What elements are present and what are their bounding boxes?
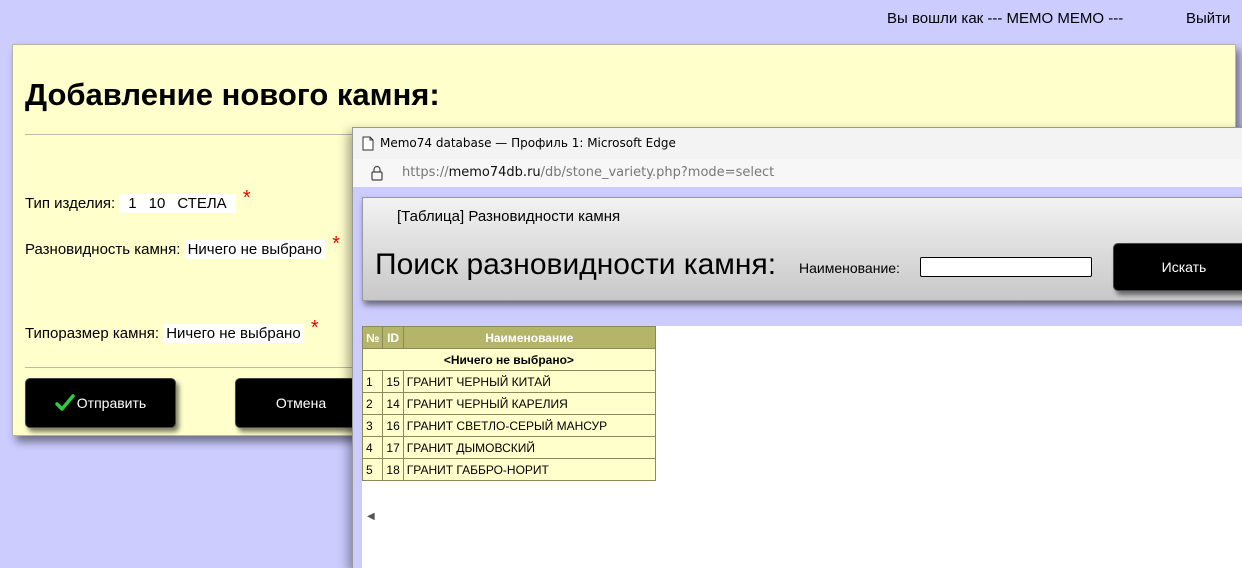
- row-name-link[interactable]: ГРАНИТ ЧЕРНЫЙ КАРЕЛИЯ: [402, 392, 656, 415]
- stone-size-value[interactable]: Ничего не выбрано: [163, 324, 304, 343]
- row-id: 14: [382, 392, 404, 415]
- address-bar[interactable]: https://memo74db.ru/db/stone_variety.php…: [353, 159, 1242, 188]
- submit-button[interactable]: Отправить: [25, 378, 176, 428]
- scroll-left-arrow-icon[interactable]: ◀: [367, 511, 375, 522]
- logged-in-user-label: Вы вошли как --- MEMO MEMO ---: [887, 10, 1124, 27]
- required-mark: *: [310, 317, 319, 339]
- column-header-name: Наименование: [402, 326, 656, 349]
- stone-size-label: Типоразмер камня:: [25, 325, 160, 342]
- row-id: 15: [382, 370, 404, 393]
- page-title: Добавление нового камня:: [25, 77, 440, 112]
- results-area: № ID Наименование <Ничего не выбрано> 1 …: [361, 326, 1242, 568]
- row-name-link[interactable]: ГРАНИТ СВЕТЛО-СЕРЫЙ МАНСУР: [402, 414, 656, 437]
- row-name-link[interactable]: ГРАНИТ ДЫМОВСКИЙ: [402, 436, 656, 459]
- row-name-link[interactable]: ГРАНИТ ЧЕРНЫЙ КИТАЙ: [402, 370, 656, 393]
- stone-variety-field: Разновидность камня: Ничего не выбрано *: [25, 233, 340, 260]
- top-bar: Вы вошли как --- MEMO MEMO --- Выйти: [0, 0, 1242, 38]
- search-button[interactable]: Искать: [1113, 243, 1242, 291]
- popup-content: [Таблица] Разновидности камня Поиск разн…: [353, 187, 1242, 568]
- name-search-label: Наименование:: [799, 260, 900, 276]
- row-id: 16: [382, 414, 404, 437]
- checkmark-icon: [55, 394, 75, 411]
- stone-size-field: Типоразмер камня: Ничего не выбрано *: [25, 317, 319, 344]
- name-search-input[interactable]: [920, 257, 1092, 277]
- stone-variety-label: Разновидность камня:: [25, 241, 181, 258]
- table-row[interactable]: 1 15 ГРАНИТ ЧЕРНЫЙ КИТАЙ: [361, 370, 656, 393]
- row-number: 1: [361, 370, 384, 393]
- cancel-button[interactable]: Отмена: [235, 378, 367, 428]
- row-number: 5: [361, 458, 384, 481]
- stone-variety-table: № ID Наименование <Ничего не выбрано> 1 …: [361, 326, 656, 481]
- window-titlebar[interactable]: Memo74 database — Профиль 1: Microsoft E…: [353, 128, 1242, 158]
- breadcrumb: [Таблица] Разновидности камня: [397, 208, 621, 225]
- stone-variety-value[interactable]: Ничего не выбрано: [184, 240, 326, 259]
- search-panel: [Таблица] Разновидности камня Поиск разн…: [362, 197, 1242, 301]
- row-number: 4: [361, 436, 384, 459]
- product-type-value[interactable]: 1 10 СТЕЛА: [119, 194, 236, 213]
- table-header-row: № ID Наименование: [361, 326, 656, 349]
- table-row[interactable]: 3 16 ГРАНИТ СВЕТЛО-СЕРЫЙ МАНСУР: [361, 414, 656, 437]
- row-number: 2: [361, 392, 384, 415]
- table-row[interactable]: 4 17 ГРАНИТ ДЫМОВСКИЙ: [361, 436, 656, 459]
- table-row[interactable]: 2 14 ГРАНИТ ЧЕРНЫЙ КАРЕЛИЯ: [361, 392, 656, 415]
- required-mark: *: [242, 187, 251, 209]
- table-row[interactable]: 5 18 ГРАНИТ ГАББРО-НОРИТ: [361, 458, 656, 481]
- url-text[interactable]: https://memo74db.ru/db/stone_variety.php…: [402, 165, 774, 180]
- required-mark: *: [332, 233, 340, 255]
- cancel-button-label: Отмена: [275, 395, 327, 411]
- search-button-label: Искать: [1161, 259, 1207, 275]
- search-title: Поиск разновидности камня:: [375, 248, 777, 281]
- column-header-number: №: [361, 326, 384, 349]
- none-selected-cell[interactable]: <Ничего не выбрано>: [362, 348, 656, 371]
- table-row-none[interactable]: <Ничего не выбрано>: [362, 348, 656, 371]
- lock-icon[interactable]: [370, 165, 384, 181]
- submit-button-label: Отправить: [76, 395, 147, 411]
- row-number: 3: [361, 414, 384, 437]
- product-type-label: Тип изделия:: [25, 195, 116, 212]
- row-id: 17: [382, 436, 404, 459]
- product-type-field: Тип изделия: 1 10 СТЕЛА *: [25, 187, 251, 214]
- popup-browser-window: Memo74 database — Профиль 1: Microsoft E…: [352, 127, 1242, 568]
- row-id: 18: [382, 458, 404, 481]
- logout-link[interactable]: Выйти: [1186, 10, 1230, 27]
- window-title: Memo74 database — Профиль 1: Microsoft E…: [380, 136, 676, 150]
- row-name-link[interactable]: ГРАНИТ ГАББРО-НОРИТ: [402, 458, 656, 481]
- page-icon: [362, 136, 374, 151]
- column-header-id: ID: [382, 326, 404, 349]
